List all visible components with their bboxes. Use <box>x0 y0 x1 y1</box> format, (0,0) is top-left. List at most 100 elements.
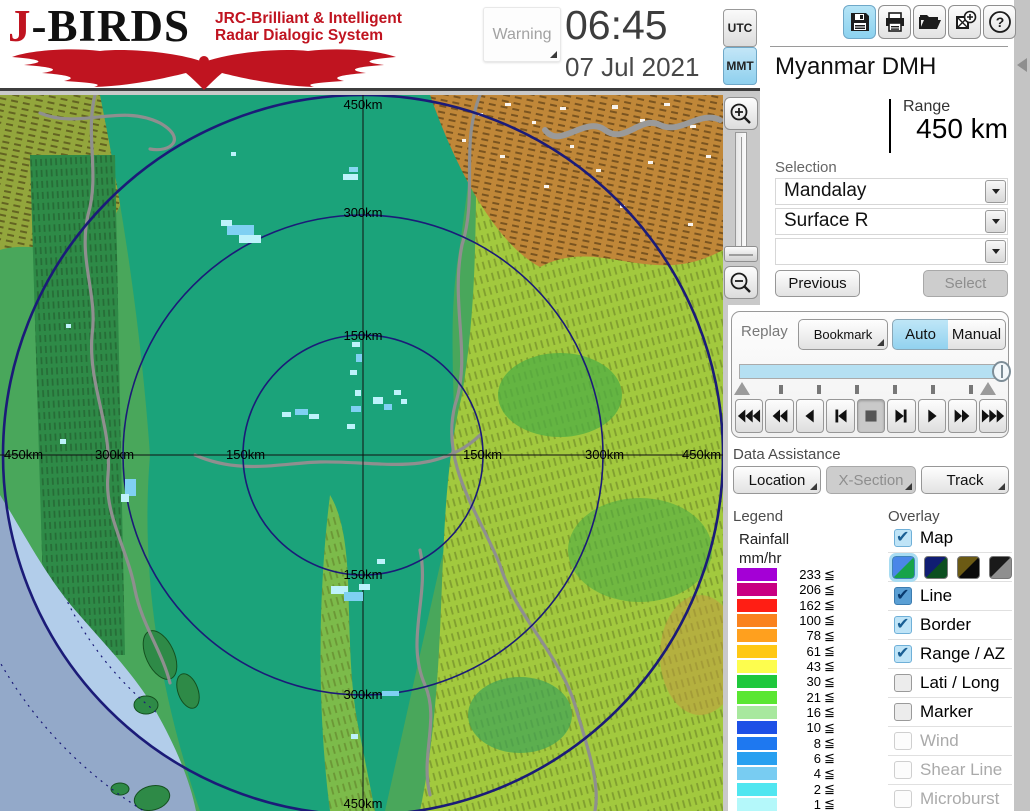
overlay-checkbox[interactable] <box>894 732 912 750</box>
overlay-item[interactable]: Microburst <box>888 785 1012 811</box>
header: J-BIRDS JRC-Brilliant & Intelligent Rada… <box>0 0 764 91</box>
overlay-checkbox[interactable] <box>894 674 912 692</box>
replay-progress-track[interactable] <box>739 364 1003 379</box>
mmt-button[interactable]: MMT <box>723 47 757 85</box>
legend-value: 206 <box>777 582 821 597</box>
warning-button[interactable]: Warning <box>483 7 561 62</box>
add-window-icon <box>953 10 977 34</box>
site-dropdown-value: Mandalay <box>784 180 866 202</box>
chevron-down-icon[interactable] <box>985 180 1006 203</box>
map-style-swatch[interactable] <box>892 556 915 579</box>
select-button[interactable]: Select <box>923 270 1008 297</box>
zoom-slider-thumb[interactable] <box>724 246 758 262</box>
play-reverse-button[interactable] <box>796 399 824 433</box>
fast-forward-button[interactable] <box>948 399 976 433</box>
overlay-checkbox[interactable] <box>894 616 912 634</box>
overlay-checkbox[interactable] <box>894 761 912 779</box>
overlay-item-map[interactable]: Map <box>888 524 1012 553</box>
overlay-item[interactable]: Marker <box>888 698 1012 727</box>
legend-le-symbol: ≦ <box>824 612 835 628</box>
zoom-slider-track[interactable] <box>735 132 747 260</box>
svg-text:150km: 150km <box>343 328 382 343</box>
skip-forward-fast-button[interactable] <box>979 399 1007 433</box>
legend-value: 100 <box>777 613 821 628</box>
overlay-title: Overlay <box>888 508 940 525</box>
legend-entry: 8 ≦ <box>737 737 855 750</box>
overlay-checkbox[interactable] <box>894 587 912 605</box>
zoom-in-button[interactable] <box>724 97 758 130</box>
panel-collapse-arrow-icon[interactable] <box>1017 58 1027 72</box>
previous-button[interactable]: Previous <box>775 270 860 297</box>
timeline-tick <box>931 385 935 394</box>
stop-button[interactable] <box>857 399 885 433</box>
jbirds-logo: J-BIRDS JRC-Brilliant & Intelligent Rada… <box>8 4 408 88</box>
logo-j: J <box>8 1 32 51</box>
legend-le-symbol: ≦ <box>824 567 835 583</box>
radar-map[interactable]: 450km300km150km150km300km450km450km300km… <box>0 95 723 811</box>
legend-color-swatch <box>737 583 777 596</box>
overlay-checkbox[interactable] <box>894 703 912 721</box>
skip-backward-fast-button[interactable] <box>735 399 763 433</box>
legend-color-swatch <box>737 767 777 780</box>
overlay-item[interactable]: Line <box>888 582 1012 611</box>
svg-text:450km: 450km <box>343 796 382 811</box>
xsection-button[interactable]: X-Section <box>826 466 916 494</box>
legend-le-symbol: ≦ <box>824 658 835 674</box>
legend-entry: 16 ≦ <box>737 706 855 719</box>
overlay-checkbox[interactable] <box>894 645 912 663</box>
chevron-down-icon[interactable] <box>985 240 1006 263</box>
legend-value: 16 <box>777 705 821 720</box>
option-dropdown[interactable] <box>775 238 1008 265</box>
help-button[interactable]: ? <box>983 5 1016 39</box>
skip-to-end-button[interactable] <box>887 399 915 433</box>
save-button[interactable] <box>843 5 876 39</box>
station-title: Myanmar DMH <box>775 53 936 81</box>
overlay-checkbox[interactable] <box>894 790 912 808</box>
overlay-item[interactable]: Shear Line <box>888 756 1012 785</box>
selection-label: Selection <box>775 159 837 176</box>
legend-entry: 4 ≦ <box>737 767 855 780</box>
overlay-item[interactable]: Border <box>888 611 1012 640</box>
zoom-out-button[interactable] <box>724 266 758 299</box>
window-edge <box>1014 0 1030 811</box>
product-dropdown[interactable]: Surface R <box>775 208 1008 235</box>
track-button[interactable]: Track <box>921 466 1009 494</box>
legend-title: Legend <box>733 508 783 525</box>
open-folder-icon <box>918 11 942 33</box>
map-style-swatch[interactable] <box>989 556 1012 579</box>
utc-button[interactable]: UTC <box>723 9 757 47</box>
legend-entry: 21 ≦ <box>737 691 855 704</box>
rewind-button[interactable] <box>765 399 793 433</box>
open-file-button[interactable] <box>913 5 946 39</box>
toolbar-separator <box>770 46 1008 47</box>
map-style-swatch[interactable] <box>924 556 947 579</box>
range-start-marker[interactable] <box>734 382 750 395</box>
range-end-marker[interactable] <box>980 382 996 395</box>
play-button[interactable] <box>918 399 946 433</box>
overlay-item[interactable]: Wind <box>888 727 1012 756</box>
location-button[interactable]: Location <box>733 466 821 494</box>
add-window-button[interactable] <box>948 5 981 39</box>
timeline-tick <box>855 385 859 394</box>
replay-progress-handle[interactable] <box>992 361 1011 382</box>
legend-le-symbol: ≦ <box>824 704 835 720</box>
legend-value: 8 <box>777 736 821 751</box>
help-icon: ? <box>988 10 1012 34</box>
legend-color-swatch <box>737 691 777 704</box>
legend-entry: 100 ≦ <box>737 614 855 627</box>
overlay-item[interactable]: Range / AZ <box>888 640 1012 669</box>
manual-button[interactable]: Manual <box>948 319 1006 350</box>
site-dropdown[interactable]: Mandalay <box>775 178 1008 205</box>
overlay-item[interactable]: Lati / Long <box>888 669 1012 698</box>
legend-entry: 162 ≦ <box>737 599 855 612</box>
auto-button[interactable]: Auto <box>892 319 949 350</box>
timeline-tick <box>779 385 783 394</box>
legend-color-swatch <box>737 721 777 734</box>
map-style-swatch[interactable] <box>957 556 980 579</box>
chevron-down-icon[interactable] <box>985 210 1006 233</box>
bookmark-button[interactable]: Bookmark <box>798 319 888 350</box>
map-checkbox[interactable] <box>894 529 912 547</box>
svg-text:?: ? <box>995 14 1004 30</box>
skip-to-start-button[interactable] <box>826 399 854 433</box>
print-button[interactable] <box>878 5 911 39</box>
